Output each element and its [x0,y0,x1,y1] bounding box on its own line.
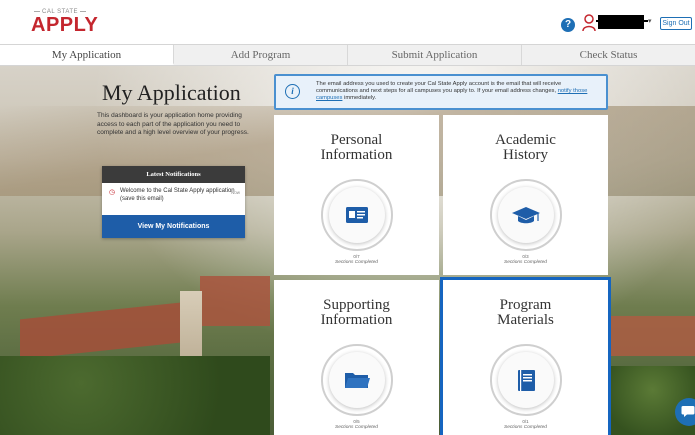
icon-badge [328,187,385,243]
id-card-icon [345,207,368,223]
tile-title-line2: History [503,147,548,163]
sections-caption: Sections Completed [335,260,378,265]
book-icon [517,370,535,391]
tile-title-line2: Information [320,312,393,328]
user-name-redacted[interactable] [596,15,648,29]
graduation-cap-icon [511,207,540,224]
sections-count: 0/7 [353,254,360,259]
notification-time: Now [230,190,240,195]
sections-count: 0/5 [353,419,360,424]
page-title: My Application [102,80,241,105]
banner-text: The email address you used to create you… [316,81,602,102]
progress-ring [489,179,562,251]
chevron-down-icon[interactable]: ▾ [648,17,652,25]
tab-add-program[interactable]: Add Program [174,45,348,65]
tile-title: Program Materials [443,298,608,328]
progress-ring [489,344,562,416]
dashboard-intro-text: This dashboard is your application home … [97,112,249,136]
info-icon: i [285,84,300,99]
sign-out-button[interactable]: Sign Out [660,17,692,30]
icon-badge [497,187,554,243]
icon-badge [328,352,385,408]
main-tabs: My Application Add Program Submit Applic… [0,44,695,66]
tile-supporting-information[interactable]: Supporting Information 0/5 Sections Comp… [274,280,439,435]
tile-program-materials[interactable]: Program Materials 0/1 Sections Completed [440,277,611,435]
tile-title-line2: Materials [497,312,554,328]
notifications-header: Latest Notifications [102,166,245,183]
banner-suffix: immediately. [344,95,377,101]
notification-icon: ◷ [109,189,116,196]
tab-check-status[interactable]: Check Status [522,45,695,65]
logo[interactable]: APPLY [31,14,98,37]
tab-my-application[interactable]: My Application [0,45,174,65]
email-info-banner: i The email address you used to create y… [274,74,608,110]
tile-personal-information[interactable]: Personal Information 0/7 Sections Comple… [274,115,439,275]
icon-badge [497,352,554,408]
tile-title: Personal Information [274,133,439,163]
tile-title-line1: Supporting [323,297,390,313]
tile-title-line1: Personal [330,132,383,148]
tab-submit-application[interactable]: Submit Application [348,45,522,65]
sections-count: 0/3 [522,254,529,259]
folder-icon [344,373,370,388]
application-quadrants: Personal Information 0/7 Sections Comple… [274,115,611,435]
banner-message: The email address you used to create you… [316,81,562,94]
chat-bubble-icon [681,406,695,417]
tile-title-line1: Program [499,297,552,313]
sections-caption: Sections Completed [335,425,378,430]
view-notifications-button[interactable]: View My Notifications [102,215,245,238]
chat-button[interactable] [675,398,695,426]
notifications-card: Latest Notifications ◷ Welcome to the Ca… [102,166,245,238]
sections-caption: Sections Completed [504,260,547,265]
tile-academic-history[interactable]: Academic History 0/3 Sections Completed [443,115,608,275]
sections-caption: Sections Completed [504,425,547,430]
building-roof [200,276,270,326]
tile-title: Academic History [443,133,608,163]
notification-item[interactable]: ◷ Welcome to the Cal State Apply applica… [102,183,245,215]
progress-ring [320,179,393,251]
progress-ring [320,344,393,416]
tile-title-line1: Academic [495,132,556,148]
user-icon[interactable] [582,14,596,32]
tile-title: Supporting Information [274,298,439,328]
trees [0,356,270,435]
tile-title-line2: Information [320,147,393,163]
sections-count: 0/1 [522,419,529,424]
app-header: CAL STATE APPLY ? ▾ Sign Out [0,0,695,44]
help-icon[interactable]: ? [561,18,575,32]
building-roof [610,316,695,356]
notification-text: Welcome to the Cal State Apply applicati… [120,188,235,202]
building-roof [20,302,180,360]
